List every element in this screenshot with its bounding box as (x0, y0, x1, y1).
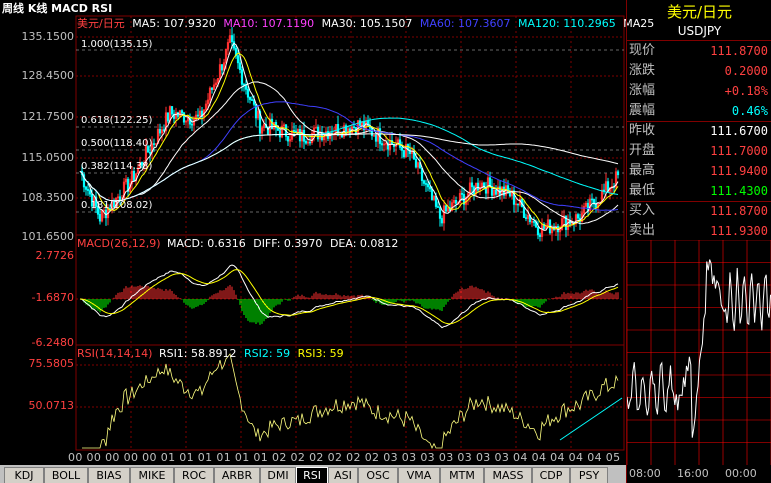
rsi-legend-rsi2: RSI2: 59 (244, 347, 291, 360)
legend-ma60: MA60: 107.3607 (419, 17, 511, 30)
fib-label-382: 0.382(114.38) (81, 161, 153, 172)
fib-label-500: 0.500(118.40) (81, 138, 153, 149)
quote-row-label: 昨收 (629, 123, 656, 138)
price-tick: 115.0500 (21, 151, 75, 164)
price-tick: 135.1500 (21, 30, 75, 43)
price-tick: 128.4500 (21, 69, 75, 82)
quote-row: 开盘 111.7000 (627, 141, 771, 161)
macd-legend-name: MACD(26,12,9) (77, 237, 161, 250)
quote-rows: 现价 111.8700 涨跌 0.2000 涨幅 +0.18% 震幅 0.46% 昨收 111.6… (627, 41, 771, 241)
macd-histogram (79, 264, 619, 329)
quote-row-value: 111.9300 (710, 224, 768, 238)
tab-mtm[interactable]: MTM (440, 467, 484, 483)
macd-legend-diff: DIFF: 0.3970 (253, 237, 323, 250)
quote-row-value: 111.6700 (710, 124, 768, 138)
quote-row-value: 111.8700 (710, 44, 768, 58)
mini-time-tick: 08:00 (629, 467, 661, 480)
price-tick: 108.3500 (21, 191, 75, 204)
quote-row: 买入 111.8700 (627, 201, 771, 221)
quote-row: 最低 111.4300 (627, 181, 771, 201)
quote-row-value: 111.9400 (710, 164, 768, 178)
macd-tick: -6.2480 (31, 336, 74, 349)
window-title: 周线 K线 MACD RSI (2, 2, 113, 15)
legend-ma120: MA120: 110.2965 (518, 17, 616, 30)
legend-ma30: MA30: 105.1507 (321, 17, 413, 30)
legend-ma10: MA10: 107.1190 (223, 17, 315, 30)
price-tick: 121.7500 (21, 110, 75, 123)
main-legend: 美元/日元 MA5: 107.9320 MA10: 107.1190 MA30:… (77, 18, 654, 30)
macd-legend-dea: DEA: 0.0812 (329, 237, 399, 250)
tab-mass[interactable]: MASS (484, 467, 532, 483)
mini-time-tick: 16:00 (677, 467, 709, 480)
chart-area[interactable] (0, 0, 626, 465)
mini-time-axis: 08:00 16:00 00:00 (627, 466, 771, 483)
quote-row-label: 涨幅 (629, 83, 656, 98)
moving-average-lines (79, 42, 619, 231)
macd-legend: MACD(26,12,9) MACD: 0.6316 DIFF: 0.3970 … (77, 238, 398, 250)
quote-row-label: 卖出 (629, 223, 656, 238)
quote-row: 现价 111.8700 (627, 41, 771, 61)
quote-row: 涨幅 +0.18% (627, 81, 771, 101)
fib-label-1000: 1.000(135.15) (81, 39, 153, 50)
intraday-mini-chart (627, 240, 771, 465)
quote-row-label: 最低 (629, 183, 656, 198)
macd-tick: -1.6870 (31, 291, 74, 304)
fib-label-181: 0.181(108.02) (81, 200, 153, 211)
quote-row: 卖出 111.9300 (627, 221, 771, 241)
indicator-tab-bar: KDJ BOLL BIAS MIKE ROC ARBR DMI RSI ASI … (0, 465, 626, 483)
quote-row-value: 0.46% (731, 104, 768, 118)
tab-mike[interactable]: MIKE (130, 467, 174, 483)
quote-row: 最高 111.9400 (627, 161, 771, 181)
tab-roc[interactable]: ROC (174, 467, 214, 483)
rsi-line (82, 353, 623, 450)
tab-vma[interactable]: VMA (398, 467, 440, 483)
tab-dmi[interactable]: DMI (260, 467, 296, 483)
quote-row-label: 开盘 (629, 143, 656, 158)
tab-kdj[interactable]: KDJ (4, 467, 44, 483)
legend-symbol: 美元/日元 (77, 17, 125, 30)
macd-tick: 2.7726 (35, 249, 75, 262)
legend-ma5: MA5: 107.9320 (132, 17, 216, 30)
quote-row-label: 买入 (629, 203, 656, 218)
quote-row: 涨跌 0.2000 (627, 61, 771, 81)
rsi-legend: RSI(14,14,14) RSI1: 58.8912 RSI2: 59 RSI… (77, 348, 344, 360)
tab-asi[interactable]: ASI (328, 467, 358, 483)
quote-row: 震幅 0.46% (627, 101, 771, 121)
quote-symbol: USDJPY (677, 24, 722, 38)
tab-bias[interactable]: BIAS (88, 467, 130, 483)
quote-panel: 美元/日元 USDJPY 现价 111.8700 涨跌 0.2000 涨幅 +0.18% 震… (626, 0, 771, 483)
quote-row-label: 最高 (629, 163, 656, 178)
tab-psy[interactable]: PSY (570, 467, 608, 483)
quote-row-value: 111.7000 (710, 144, 768, 158)
tab-osc[interactable]: OSC (358, 467, 398, 483)
quote-row-label: 涨跌 (629, 63, 656, 78)
tab-rsi[interactable]: RSI (296, 467, 328, 483)
fib-label-618: 0.618(122.25) (81, 115, 153, 126)
mini-time-tick: 00:00 (725, 467, 757, 480)
quote-title: 美元/日元 (666, 3, 733, 21)
rsi-tick: 75.5805 (28, 357, 75, 370)
time-axis: 00 00 00 00 00 01 01 01 01 01 01 02 02 0… (68, 452, 624, 464)
quote-row-value: +0.18% (724, 84, 768, 98)
quote-row-label: 震幅 (629, 103, 656, 118)
tab-arbr[interactable]: ARBR (214, 467, 260, 483)
quote-row-label: 现价 (629, 43, 656, 58)
quote-row-value: 111.8700 (710, 204, 768, 218)
tab-boll[interactable]: BOLL (44, 467, 88, 483)
rsi-legend-rsi3: RSI3: 59 (297, 347, 344, 360)
quote-row-value: 111.4300 (710, 184, 768, 198)
macd-legend-macd: MACD: 0.6316 (167, 237, 246, 250)
quote-row-value: 0.2000 (724, 64, 768, 78)
quote-row: 昨收 111.6700 (627, 121, 771, 141)
rsi-legend-name: RSI(14,14,14) (77, 347, 153, 360)
rsi-tick: 50.0713 (28, 399, 75, 412)
price-tick: 101.6500 (21, 230, 75, 243)
rsi-legend-rsi1: RSI1: 58.8912 (158, 347, 237, 360)
tab-cdp[interactable]: CDP (532, 467, 570, 483)
